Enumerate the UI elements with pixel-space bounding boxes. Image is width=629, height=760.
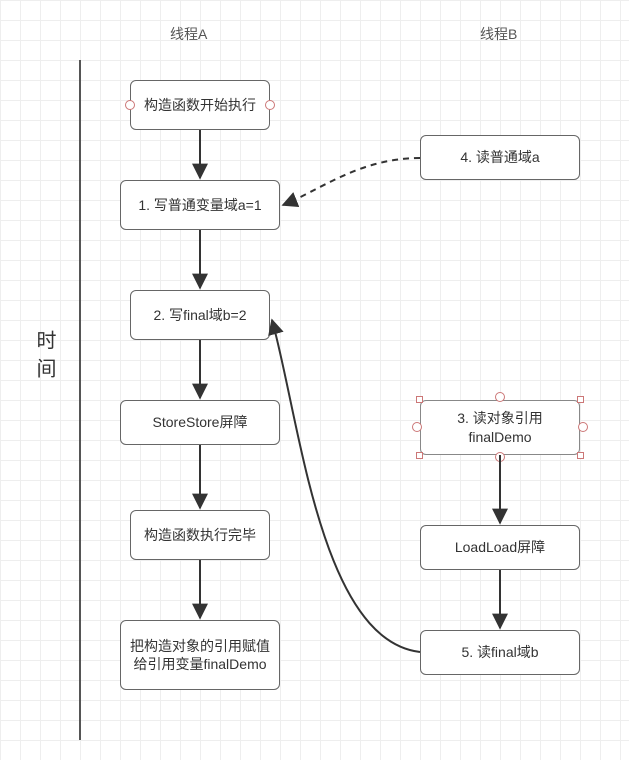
edge-b5-a2 (272, 320, 420, 652)
edge-b4-a1-dashed (283, 158, 420, 205)
handle-icon[interactable] (412, 422, 422, 432)
selection-handle-icon[interactable] (577, 452, 584, 459)
node-a2[interactable]: 2. 写final域b=2 (130, 290, 270, 340)
node-a5[interactable]: 把构造对象的引用赋值给引用变量finalDemo (120, 620, 280, 690)
handle-icon (125, 100, 135, 110)
node-a4[interactable]: 构造函数执行完毕 (130, 510, 270, 560)
node-a0[interactable]: 构造函数开始执行 (130, 80, 270, 130)
handle-icon (265, 100, 275, 110)
node-b4[interactable]: 4. 读普通域a (420, 135, 580, 180)
selection-handle-icon[interactable] (416, 452, 423, 459)
node-bLL[interactable]: LoadLoad屏障 (420, 525, 580, 570)
handle-icon[interactable] (495, 392, 505, 402)
node-b5[interactable]: 5. 读final域b (420, 630, 580, 675)
node-a3[interactable]: StoreStore屏障 (120, 400, 280, 445)
selection-handle-icon[interactable] (577, 396, 584, 403)
lane-header-thread-b: 线程B (480, 24, 517, 44)
handle-icon[interactable] (578, 422, 588, 432)
selection-handle-icon[interactable] (416, 396, 423, 403)
node-a1[interactable]: 1. 写普通变量域a=1 (120, 180, 280, 230)
handle-icon[interactable] (495, 452, 505, 462)
lane-header-thread-a: 线程A (170, 24, 207, 44)
node-b3[interactable]: 3. 读对象引用finalDemo (420, 400, 580, 455)
time-axis-label: 时间 (30, 330, 59, 386)
